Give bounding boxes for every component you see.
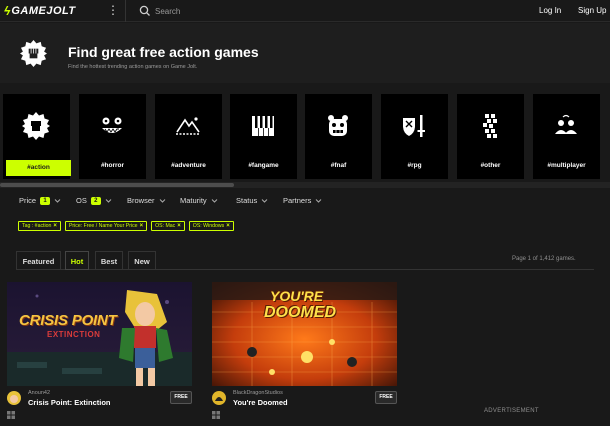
chevron-down-icon bbox=[261, 199, 268, 203]
tab-new[interactable]: New bbox=[128, 251, 156, 270]
tag-tile-fnaf[interactable]: #fnaf bbox=[305, 94, 372, 179]
chevron-down-icon bbox=[211, 199, 218, 203]
chevron-down-icon bbox=[316, 199, 322, 203]
signup-link[interactable]: Sign Up bbox=[578, 6, 606, 15]
developer-name[interactable]: Anoun42 bbox=[28, 390, 50, 396]
tag-tile-other[interactable]: #other bbox=[457, 94, 524, 179]
page-title: Find great free action games bbox=[68, 44, 259, 60]
action-badge-icon bbox=[20, 40, 47, 67]
more-menu-icon[interactable]: ⋮ bbox=[107, 3, 119, 17]
advertisement-label: ADVERTISEMENT bbox=[484, 408, 539, 414]
game-title[interactable]: Crisis Point: Extinction bbox=[28, 398, 111, 407]
avatar[interactable] bbox=[7, 391, 21, 405]
price-badge: FREE bbox=[375, 391, 397, 404]
nav-divider bbox=[125, 0, 126, 22]
filter-label: Partners bbox=[283, 196, 312, 205]
tab-best[interactable]: Best bbox=[95, 251, 123, 270]
page-header: Find great free action games Find the ho… bbox=[0, 23, 610, 83]
windows-icon bbox=[212, 411, 220, 419]
game-title[interactable]: You're Doomed bbox=[233, 398, 288, 407]
tag-tile-fangame[interactable]: #fangame bbox=[230, 94, 297, 179]
game-thumbnail[interactable]: YOU'RE DOOMED bbox=[212, 282, 397, 386]
tag-tile-rpg[interactable]: #rpg bbox=[381, 94, 448, 179]
filter-price[interactable]: Price 1 bbox=[19, 196, 61, 205]
thumb-title-line1: YOU'RE bbox=[270, 288, 324, 304]
page-info: Page 1 of 1,412 games. bbox=[512, 256, 576, 262]
tab-hot[interactable]: Hot bbox=[65, 251, 89, 270]
tag-label: #adventure bbox=[171, 162, 206, 169]
tag-label: #action bbox=[6, 160, 71, 176]
chevron-down-icon bbox=[159, 199, 165, 203]
tag-tile-action[interactable]: #action bbox=[3, 94, 71, 179]
game-thumbnail[interactable]: CRISIS POINT EXTINCTION bbox=[7, 282, 192, 386]
tag-label: #other bbox=[480, 162, 501, 169]
page-subtitle: Find the hottest trending action games o… bbox=[68, 64, 198, 70]
tag-label: #fnaf bbox=[330, 162, 347, 169]
price-badge: FREE bbox=[170, 391, 192, 404]
filter-os[interactable]: OS 2 bbox=[76, 196, 112, 205]
avatar[interactable] bbox=[212, 391, 226, 405]
tiles-scrollbar[interactable] bbox=[0, 182, 610, 188]
tag-label: #multiplayer bbox=[547, 162, 586, 169]
logo-text: GAMEJOLT bbox=[11, 5, 76, 17]
filter-label: Maturity bbox=[180, 196, 207, 205]
bolt-icon: ϟ bbox=[4, 4, 11, 18]
filter-label: OS bbox=[76, 196, 87, 205]
remove-chip-icon[interactable]: × bbox=[53, 222, 57, 230]
tag-label: #horror bbox=[100, 162, 125, 169]
thumb-title-line2: DOOMED bbox=[264, 304, 336, 321]
tag-tile-adventure[interactable]: #adventure bbox=[155, 94, 222, 179]
filter-chip[interactable]: OS: Windows × bbox=[188, 221, 234, 231]
tab-featured[interactable]: Featured bbox=[16, 251, 61, 270]
scrollbar-thumb[interactable] bbox=[0, 183, 234, 187]
search-input[interactable] bbox=[152, 3, 452, 19]
remove-chip-icon[interactable]: × bbox=[177, 222, 181, 230]
tag-label: #fangame bbox=[248, 162, 279, 169]
search-icon bbox=[139, 5, 150, 16]
login-link[interactable]: Log In bbox=[539, 6, 561, 15]
thumb-title-line2: EXTINCTION bbox=[47, 330, 101, 339]
filter-partners[interactable]: Partners bbox=[283, 196, 322, 205]
top-nav: ϟ GAMEJOLT ⋮ Log In Sign Up bbox=[0, 0, 610, 22]
filter-status[interactable]: Status bbox=[236, 196, 268, 205]
tag-tiles: #action #horror #adventure #fangame #fna… bbox=[0, 94, 610, 180]
filter-count-badge: 2 bbox=[90, 196, 101, 205]
filter-bar: Price 1 OS 2 Browser Maturity Status Par… bbox=[0, 192, 610, 210]
filter-label: Browser bbox=[127, 196, 155, 205]
chip-label: Price: Free / Name Your Price bbox=[68, 223, 138, 229]
piano-keys-icon bbox=[252, 116, 274, 136]
chevron-down-icon bbox=[54, 199, 61, 203]
filter-maturity[interactable]: Maturity bbox=[180, 196, 218, 205]
remove-chip-icon[interactable]: × bbox=[226, 222, 230, 230]
tag-tile-multiplayer[interactable]: #multiplayer bbox=[533, 94, 600, 179]
tag-label: #rpg bbox=[407, 162, 422, 169]
chevron-down-icon bbox=[105, 199, 112, 203]
developer-name[interactable]: BlackDragonStudios bbox=[233, 390, 283, 396]
windows-icon bbox=[7, 411, 15, 419]
tag-tile-horror[interactable]: #horror bbox=[79, 94, 146, 179]
bear-face-icon bbox=[328, 115, 348, 136]
pixel-grid-icon bbox=[483, 114, 497, 138]
skull-face-icon bbox=[102, 117, 122, 133]
people-icon bbox=[555, 114, 577, 134]
active-filters: Tag : #action × Price: Free / Name Your … bbox=[18, 221, 234, 231]
remove-chip-icon[interactable]: × bbox=[140, 222, 144, 230]
chip-label: OS: Mac bbox=[155, 223, 176, 229]
filter-count-badge: 1 bbox=[40, 196, 51, 205]
gamejolt-logo[interactable]: ϟ GAMEJOLT bbox=[4, 4, 76, 18]
filter-browser[interactable]: Browser bbox=[127, 196, 166, 205]
filter-chip[interactable]: Tag : #action × bbox=[18, 221, 61, 231]
mountain-icon bbox=[176, 117, 200, 135]
fist-icon bbox=[22, 112, 50, 140]
filter-chip[interactable]: Price: Free / Name Your Price × bbox=[64, 221, 148, 231]
filter-label: Status bbox=[236, 196, 258, 205]
filter-label: Price bbox=[19, 196, 37, 205]
shield-sword-icon bbox=[403, 115, 425, 137]
chip-label: OS: Windows bbox=[192, 223, 225, 229]
filter-chip[interactable]: OS: Mac × bbox=[151, 221, 185, 231]
chip-label: Tag : #action bbox=[22, 223, 52, 229]
thumb-title-line1: CRISIS POINT bbox=[19, 312, 117, 329]
